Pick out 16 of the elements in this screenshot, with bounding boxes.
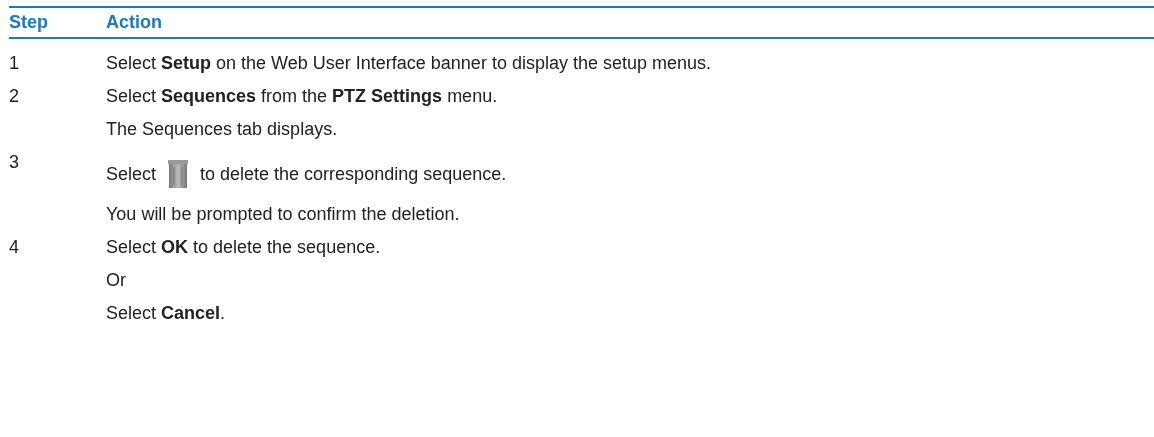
trash-icon (167, 160, 190, 188)
instruction-text: The Sequences tab displays. (106, 118, 339, 141)
instruction-text: Select OK to delete the sequence. (106, 236, 381, 259)
instruction-text: to delete the corresponding sequence. (200, 163, 507, 186)
step-number: 3 (9, 151, 20, 174)
step-number: 1 (9, 52, 20, 75)
instruction-text: You will be prompted to confirm the deletion. (106, 203, 461, 226)
step-number: 4 (9, 236, 20, 259)
instruction-text: Select Sequences from the PTZ Settings menu. (106, 85, 498, 108)
column-header: Action (106, 12, 162, 32)
instruction-text: Or (106, 269, 127, 292)
column-header: Step (9, 12, 49, 32)
instruction-text: Select (106, 163, 157, 186)
instruction-text: Select Setup on the Web User Interface banner to display the setup menus. (106, 52, 711, 75)
step-number: 2 (9, 85, 20, 108)
instruction-text: Select Cancel. (106, 302, 227, 325)
